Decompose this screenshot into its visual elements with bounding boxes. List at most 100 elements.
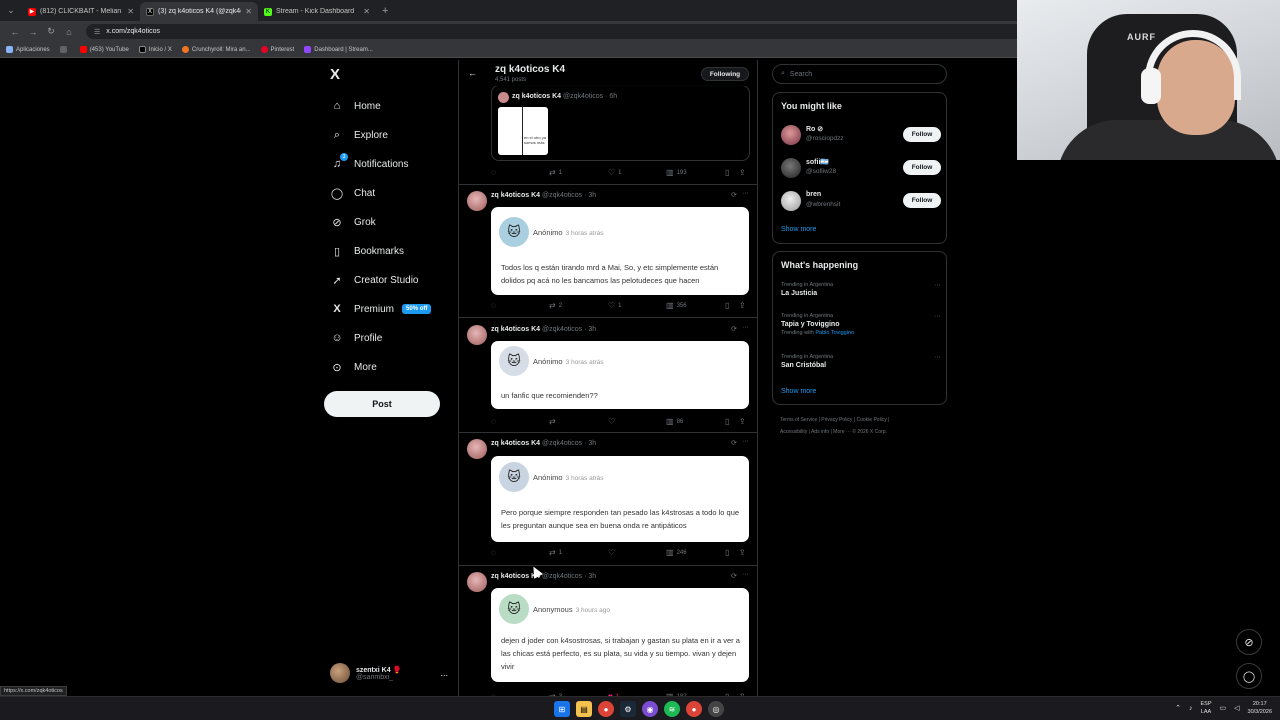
- tab-search-icon[interactable]: ⌄: [4, 4, 18, 18]
- repost-button[interactable]: ⇄ 1: [549, 168, 562, 177]
- trend-item[interactable]: Trending in Argentina Tapia y Toviggino …: [781, 313, 941, 336]
- show-more-link[interactable]: Show more: [781, 226, 816, 233]
- follow-button[interactable]: Follow: [903, 160, 941, 175]
- more-dots-icon[interactable]: ···: [742, 190, 749, 197]
- language-indicator[interactable]: ESP LAA: [1201, 700, 1212, 716]
- share-button[interactable]: ⇪: [739, 301, 749, 310]
- nav-home[interactable]: ⌂ Home: [330, 96, 381, 116]
- home-browser-icon[interactable]: ⌂: [60, 27, 78, 37]
- forward-arrow-icon[interactable]: →: [24, 27, 42, 37]
- bookmark-button[interactable]: ▯: [725, 417, 732, 426]
- more-dots-icon[interactable]: ···: [742, 324, 749, 331]
- repost-button[interactable]: ⇄: [549, 417, 559, 426]
- nav-creator-studio[interactable]: ➚ Creator Studio: [330, 270, 418, 290]
- more-dots-icon[interactable]: ···: [934, 354, 941, 361]
- browser-tab[interactable]: ▶ (812) CLICKBAIT - Melian (Vide ✕: [22, 2, 140, 21]
- suggestion-item[interactable]: bren @wbrenhsit Follow: [781, 189, 941, 213]
- clock[interactable]: 20:17 30/3/2026: [1248, 700, 1272, 716]
- nav-grok[interactable]: ⊘ Grok: [330, 212, 375, 232]
- grok-icon[interactable]: ⟳: [731, 325, 737, 333]
- new-tab-button[interactable]: +: [382, 5, 388, 17]
- ngl-card-image[interactable]: 🐱︎ Anonymous 3 hours ago dejen d joder co…: [491, 588, 749, 682]
- app-icon[interactable]: ◎: [708, 701, 724, 717]
- trend-item[interactable]: Trending in Argentina San Cristóbal ···: [781, 354, 941, 369]
- chrome-icon[interactable]: ●: [598, 701, 614, 717]
- nav-premium[interactable]: X Premium 50% off: [330, 299, 432, 319]
- chevron-up-icon[interactable]: ⌃: [1175, 704, 1181, 712]
- close-tab-icon[interactable]: ✕: [363, 7, 370, 16]
- bookmark-item[interactable]: Dashboard | Stream...: [304, 46, 373, 53]
- grok-icon[interactable]: ⟳: [731, 191, 737, 199]
- bookmark-item[interactable]: Pinterest: [260, 46, 294, 53]
- bookmark-item[interactable]: [59, 46, 70, 53]
- more-dots-icon[interactable]: ···: [742, 571, 749, 578]
- quoted-image[interactable]: en el otro ya somos más: [498, 107, 548, 155]
- nav-more[interactable]: ⊙ More: [330, 357, 376, 377]
- close-tab-icon[interactable]: ✕: [127, 7, 134, 16]
- quoted-post[interactable]: zq k4oticos K4 @zqk4oticos · 6h en el ot…: [491, 85, 750, 161]
- browser-tab-active[interactable]: X (3) zq k4oticos K4 (@zqk4otico ✕: [140, 2, 258, 21]
- trend-item[interactable]: Trending in Argentina La Justicia ···: [781, 282, 941, 297]
- views-button[interactable]: ▥ 246: [666, 548, 687, 557]
- bookmark-item[interactable]: (453) YouTube: [79, 46, 129, 53]
- more-dots-icon[interactable]: ···: [934, 313, 941, 320]
- nav-explore[interactable]: ⌕ Explore: [330, 125, 388, 145]
- grok-icon[interactable]: ⟳: [731, 439, 737, 447]
- url-input[interactable]: ☰ x.com/zqk4oticos: [86, 24, 1086, 39]
- windows-start-icon[interactable]: ⊞: [554, 701, 570, 717]
- file-explorer-icon[interactable]: ▤: [576, 701, 592, 717]
- reply-button[interactable]: ◌: [491, 301, 499, 310]
- views-button[interactable]: ▥ 356: [666, 301, 687, 310]
- views-button[interactable]: ▥ 193: [666, 168, 687, 177]
- share-button[interactable]: ⇪: [739, 417, 749, 426]
- nav-profile[interactable]: ☺ Profile: [330, 328, 382, 348]
- like-button[interactable]: ♡: [608, 548, 618, 557]
- follow-button[interactable]: Follow: [903, 127, 941, 142]
- site-info-icon[interactable]: ☰: [94, 28, 100, 36]
- timeline-post[interactable]: zq k4oticos K4 @zqk4oticos · 3h ⟳ ··· 🐱︎…: [459, 567, 757, 700]
- ngl-card-image[interactable]: 🐱︎ Anónimo 3 horas atrás Pero porque siem…: [491, 456, 749, 542]
- following-button[interactable]: Following: [701, 67, 749, 81]
- like-button[interactable]: ♡ 1: [608, 301, 622, 310]
- nav-notifications[interactable]: ♫ 3 Notifications: [330, 153, 408, 174]
- network-icon[interactable]: ▭: [1220, 704, 1227, 712]
- grok-fab-icon[interactable]: ⊘: [1236, 629, 1262, 655]
- timeline-post[interactable]: zq k4oticos K4 @zqk4oticos · 3h ⟳ ··· 🐱︎…: [459, 319, 757, 433]
- steam-icon[interactable]: ⚙: [620, 701, 636, 717]
- microphone-icon[interactable]: ♪: [1189, 705, 1193, 712]
- more-dots-icon[interactable]: ···: [934, 282, 941, 289]
- reply-button[interactable]: ◌: [491, 168, 499, 177]
- footer-line[interactable]: Terms of Service | Privacy Policy | Cook…: [780, 414, 940, 426]
- footer-line[interactable]: Accessibility | Ads info | More ··· © 20…: [780, 426, 940, 438]
- bookmark-item[interactable]: Inicio / X: [138, 46, 172, 53]
- show-more-link[interactable]: Show more: [781, 388, 816, 395]
- bookmark-item[interactable]: Crunchyroll: Mira an...: [181, 46, 251, 53]
- account-switcher[interactable]: szentxi K4 🥊 @sanmbxi_ ...: [330, 661, 448, 685]
- messages-fab-icon[interactable]: ◯: [1236, 663, 1262, 689]
- search-input[interactable]: ⌕ Search: [772, 64, 947, 84]
- x-logo-icon[interactable]: X: [330, 66, 340, 83]
- suggestion-item[interactable]: sofii🇦🇷 @sofiiw28 Follow: [781, 156, 941, 180]
- nav-bookmarks[interactable]: ▯ Bookmarks: [330, 241, 404, 261]
- reload-icon[interactable]: ↻: [42, 26, 60, 37]
- back-arrow-icon[interactable]: ←: [6, 27, 24, 37]
- nav-chat[interactable]: ◯ Chat: [330, 183, 375, 203]
- more-dots-icon[interactable]: ···: [742, 438, 749, 445]
- bookmark-button[interactable]: ▯: [725, 168, 732, 177]
- trend-with-link[interactable]: Pablo Toviggino: [815, 330, 854, 336]
- timeline-post[interactable]: zq k4oticos K4 @zqk4oticos · 3h ⟳ ··· 🐱︎…: [459, 434, 757, 566]
- ngl-card-image[interactable]: 🐱︎ Anónimo 3 horas atrás un fanfic que re…: [491, 341, 749, 409]
- share-button[interactable]: ⇪: [739, 548, 749, 557]
- obs-icon[interactable]: ◉: [642, 701, 658, 717]
- views-button[interactable]: ▥ 86: [666, 417, 683, 426]
- bookmark-button[interactable]: ▯: [725, 301, 732, 310]
- reply-button[interactable]: ◌: [491, 548, 499, 557]
- timeline-post[interactable]: zq k4oticos K4 @zqk4oticos · 3h ⟳ ··· 🐱︎…: [459, 185, 757, 318]
- post-button[interactable]: Post: [324, 391, 440, 417]
- repost-button[interactable]: ⇄ 1: [549, 548, 562, 557]
- close-tab-icon[interactable]: ✕: [245, 7, 252, 16]
- reply-button[interactable]: ◌: [491, 417, 499, 426]
- bookmark-button[interactable]: ▯: [725, 548, 732, 557]
- spotify-icon[interactable]: ≋: [664, 701, 680, 717]
- ngl-card-image[interactable]: 🐱︎ Anónimo 3 horas atrás Todos los q está…: [491, 207, 749, 295]
